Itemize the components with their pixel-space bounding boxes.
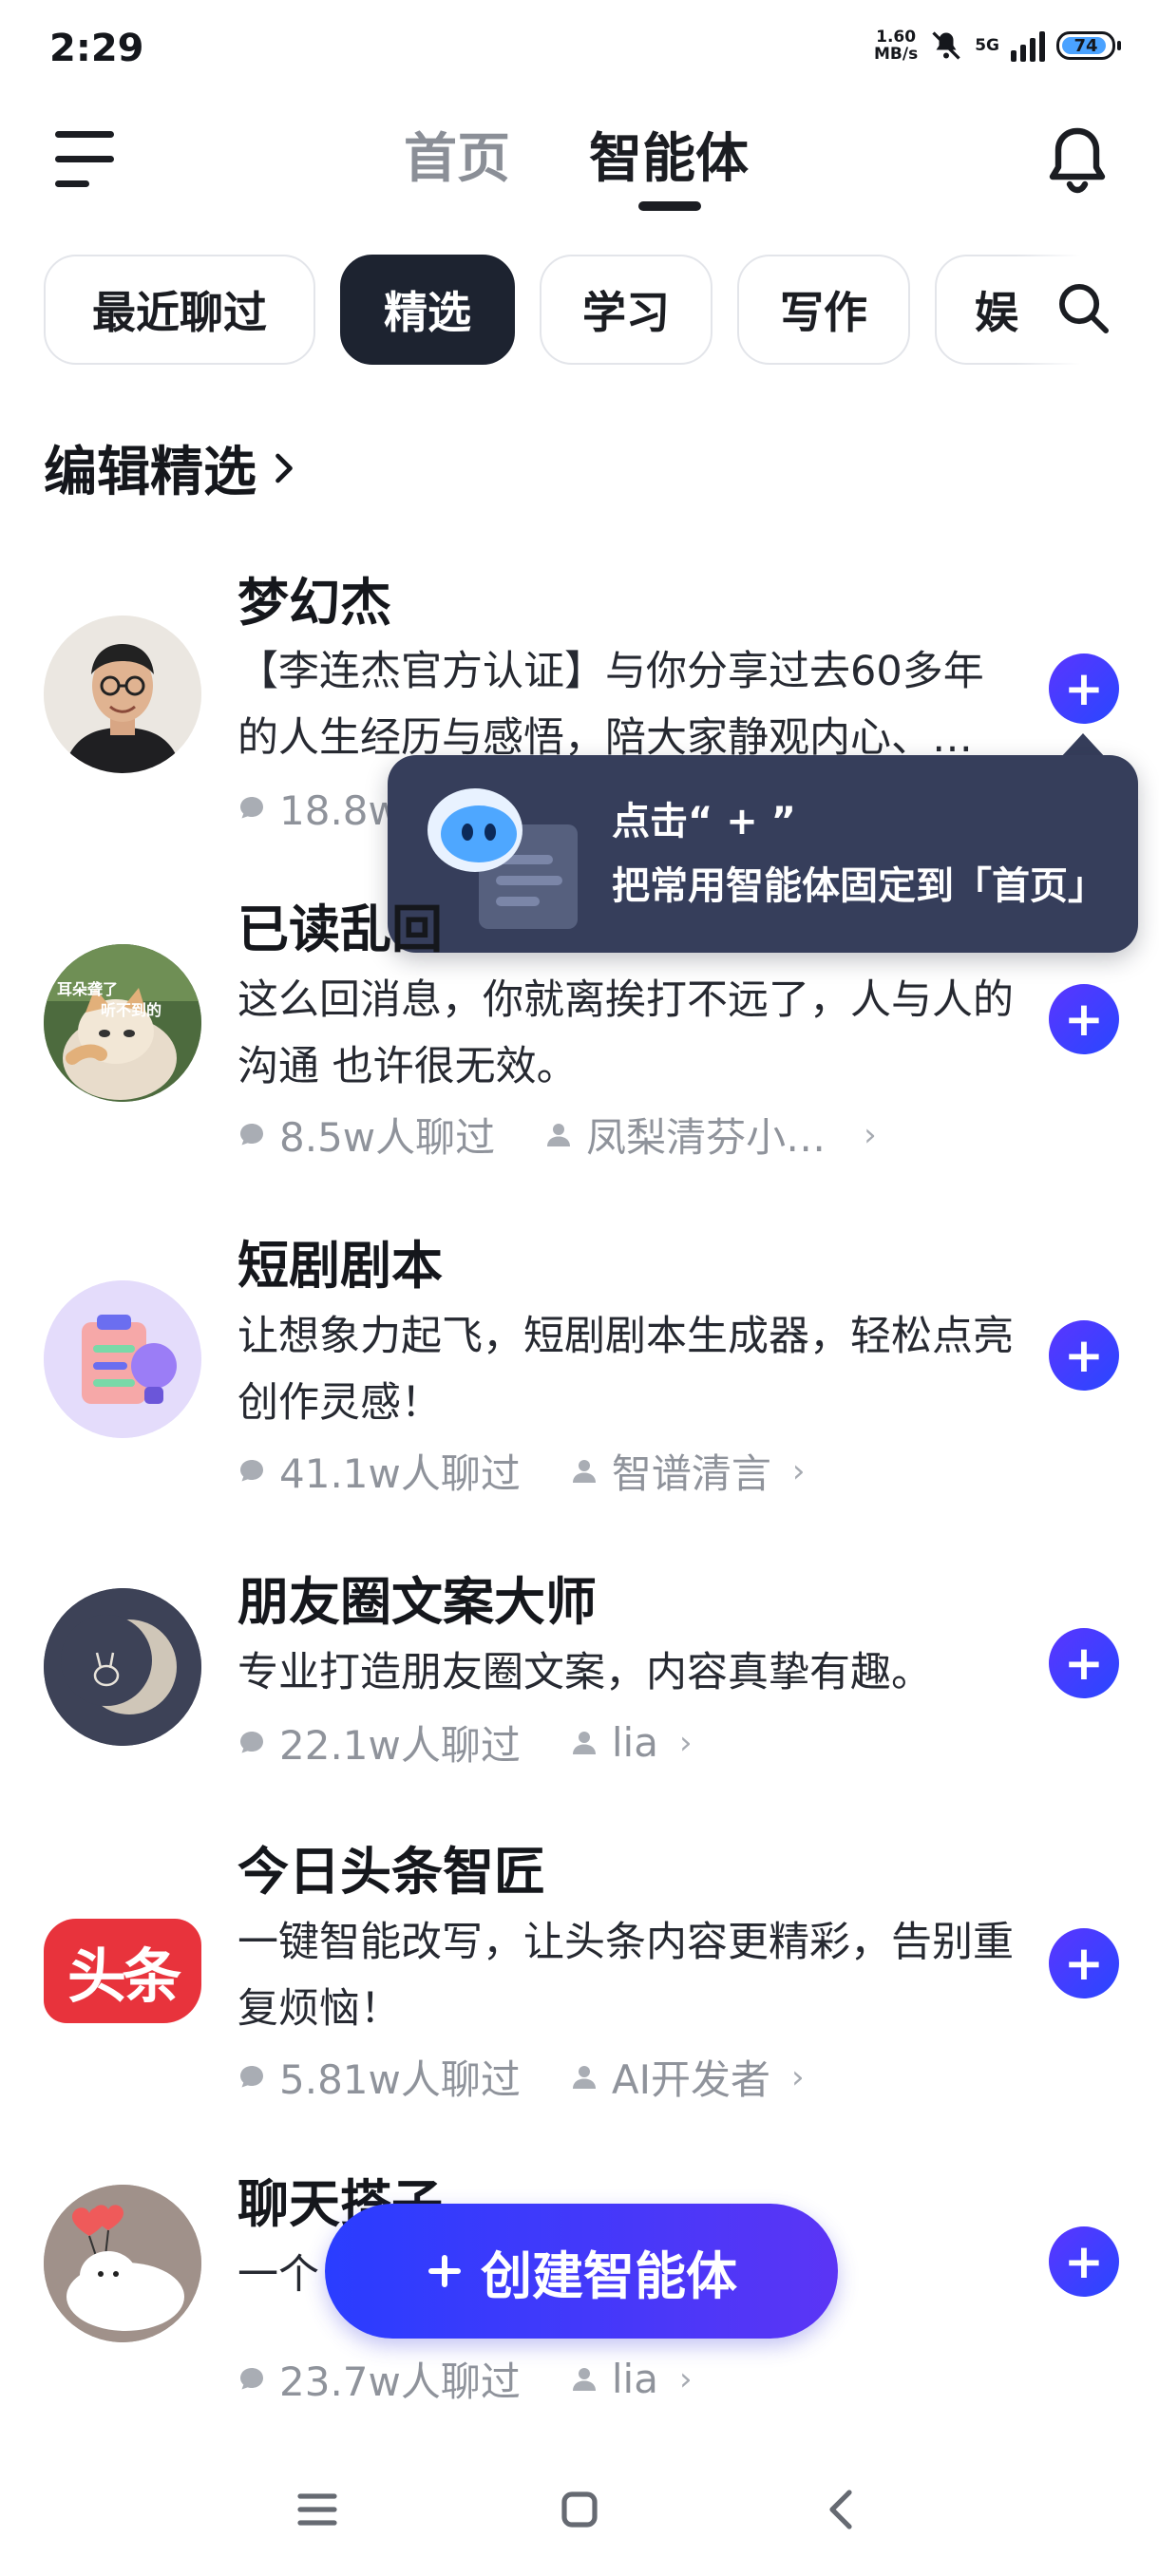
chat-bubble-icon xyxy=(240,1459,263,1481)
agent-description: 让想象力起飞，短剧剧本生成器，轻松点亮创作灵感！ xyxy=(238,1313,1014,1427)
chevron-right-icon: › xyxy=(678,1723,693,1762)
network-type: 5G xyxy=(975,36,999,55)
user-icon xyxy=(572,1459,596,1483)
back-icon[interactable] xyxy=(813,2481,870,2538)
toutiao-logo: 头条 xyxy=(44,1919,201,2023)
agent-description: 一键智能改写，让头条内容更精彩，告别重复烦恼！ xyxy=(238,1919,1014,2033)
agent-meta: 23.7w人聊过 lia › xyxy=(238,2350,693,2408)
create-agent-button[interactable]: 创建智能体 xyxy=(325,2204,838,2339)
chevron-right-icon xyxy=(276,453,293,483)
avatar-script-idea xyxy=(44,1280,201,1438)
category-study[interactable]: 学习 xyxy=(540,255,712,365)
agent-description: 专业打造朋友圈文案，内容真挚有趣。 xyxy=(238,1649,932,1696)
status-time: 2:29 xyxy=(49,27,144,70)
chat-bubble-icon xyxy=(240,2065,263,2087)
agent-item[interactable]: 头条 今日头条智匠 一键智能改写，让头条内容更精彩，告别重复烦恼！ 5.81w人… xyxy=(0,1829,1159,2133)
mute-bell-icon xyxy=(932,31,960,60)
pin-agent-button[interactable]: + xyxy=(1049,984,1119,1054)
agent-author[interactable]: lia xyxy=(612,2356,658,2402)
tab-home[interactable]: 首页 xyxy=(404,116,510,193)
active-tab-indicator xyxy=(638,201,701,211)
agent-author[interactable]: 智谱清言 xyxy=(612,1442,771,1500)
agent-item[interactable]: 短剧剧本 让想象力起飞，短剧剧本生成器，轻松点亮创作灵感！ 41.1w人聊过 智… xyxy=(0,1223,1159,1527)
chevron-right-icon: › xyxy=(864,1115,877,1154)
tab-agents[interactable]: 智能体 xyxy=(589,116,749,193)
meme-caption-top: 耳朵聋了 xyxy=(57,980,119,998)
chat-bubble-icon xyxy=(240,1731,263,1752)
pin-agent-button[interactable]: + xyxy=(1049,653,1119,724)
chevron-right-icon: › xyxy=(791,2057,805,2096)
category-recent[interactable]: 最近聊过 xyxy=(44,255,315,365)
notification-bell-icon[interactable] xyxy=(1039,122,1115,198)
agent-meta: 41.1w人聊过 智谱清言 › xyxy=(238,1442,806,1500)
agent-meta: 5.81w人聊过 AI开发者 › xyxy=(238,2048,805,2106)
agent-description: 【李连杰官方认证】与你分享过去60多年的人生经历与感悟，陪大家静观内心、… xyxy=(238,648,984,762)
agent-title: 朋友圈文案大师 xyxy=(238,1572,597,1632)
chat-bubble-icon xyxy=(240,2367,263,2389)
category-featured[interactable]: 精选 xyxy=(340,255,515,365)
meme-caption-bottom: 听不到的 xyxy=(101,1001,162,1019)
search-icon[interactable] xyxy=(1053,277,1115,340)
agent-item[interactable]: 朋友圈文案大师 专业打造朋友圈文案，内容真挚有趣。 22.1w人聊过 lia ›… xyxy=(0,1560,1159,1864)
pin-agent-button[interactable]: + xyxy=(1049,1628,1119,1698)
agent-description: 这么回消息，你就离挨打不远了，人与人的沟通 也许很无效。 xyxy=(238,976,1014,1090)
chevron-right-icon: › xyxy=(678,2359,693,2398)
agent-title: 已读乱回 xyxy=(238,900,443,959)
category-writing[interactable]: 写作 xyxy=(737,255,910,365)
chevron-right-icon: › xyxy=(791,1451,806,1490)
battery-icon: 74 xyxy=(1056,31,1121,60)
avatar-bear-balloons xyxy=(44,2185,201,2342)
avatar-mengjie xyxy=(44,616,201,773)
pin-agent-button[interactable]: + xyxy=(1049,1320,1119,1391)
status-icons: 1.60 MB/s 5G 74 xyxy=(874,28,1121,64)
user-icon xyxy=(572,2065,596,2089)
avatar-toutiao: 头条 xyxy=(44,1892,201,2050)
agent-author[interactable]: lia xyxy=(612,1719,658,1766)
plus-icon xyxy=(428,2255,461,2287)
agent-author[interactable]: AI开发者 xyxy=(612,2048,770,2106)
pin-agent-button[interactable]: + xyxy=(1049,1928,1119,1998)
agent-meta: 22.1w人聊过 lia › xyxy=(238,1714,693,1771)
chat-bubble-icon xyxy=(240,796,263,818)
agent-author[interactable]: 凤梨清芬小… xyxy=(586,1106,826,1164)
agent-title: 短剧剧本 xyxy=(238,1236,443,1296)
avatar-moon-rabbit xyxy=(44,1588,201,1746)
section-title-editor-picks[interactable]: 编辑精选 xyxy=(44,429,296,506)
menu-icon[interactable] xyxy=(55,131,114,188)
pin-agent-button[interactable]: + xyxy=(1049,2226,1119,2297)
chat-bubble-icon xyxy=(240,1123,263,1145)
avatar-cat-meme: 耳朵聋了 听不到的 xyxy=(44,944,201,1102)
agent-meta: 8.5w人聊过 凤梨清芬小… › xyxy=(238,1106,877,1164)
recent-apps-icon[interactable] xyxy=(289,2481,346,2538)
home-icon[interactable] xyxy=(551,2481,608,2538)
network-speed: 1.60 MB/s xyxy=(874,28,919,64)
agent-title: 梦幻杰 xyxy=(238,573,391,633)
user-icon xyxy=(572,2367,596,2391)
signal-icon xyxy=(1011,29,1045,62)
tooltip-title: 点击“ + ” xyxy=(612,800,796,843)
user-icon xyxy=(572,1731,596,1754)
agent-title: 今日头条智匠 xyxy=(238,1842,545,1902)
agent-item[interactable]: 耳朵聋了 听不到的 已读乱回 这么回消息，你就离挨打不远了，人与人的沟通 也许很… xyxy=(0,887,1159,1191)
user-icon xyxy=(547,1123,571,1146)
